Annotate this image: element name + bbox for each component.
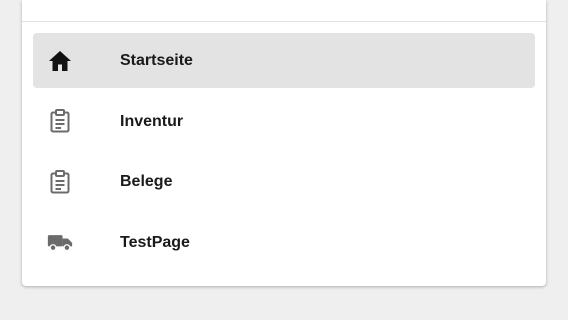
nav-item-label: Inventur [120, 112, 184, 130]
nav-item-label: Startseite [120, 52, 193, 69]
nav-item-startseite[interactable]: Startseite [33, 33, 535, 88]
nav-list: Startseite Inventur Belege TestPage [33, 33, 535, 275]
nav-item-testpage[interactable]: TestPage [33, 215, 535, 270]
navigation-panel: Startseite Inventur Belege TestPage [22, 0, 546, 286]
panel-header-strip [22, 0, 546, 22]
truck-icon [47, 230, 73, 254]
nav-item-label: TestPage [120, 233, 190, 251]
nav-item-label: Belege [120, 173, 173, 190]
clipboard-icon [47, 109, 73, 133]
clipboard-icon [47, 169, 73, 194]
nav-item-belege[interactable]: Belege [33, 154, 535, 209]
nav-item-inventur[interactable]: Inventur [33, 94, 535, 149]
home-icon [47, 49, 73, 73]
